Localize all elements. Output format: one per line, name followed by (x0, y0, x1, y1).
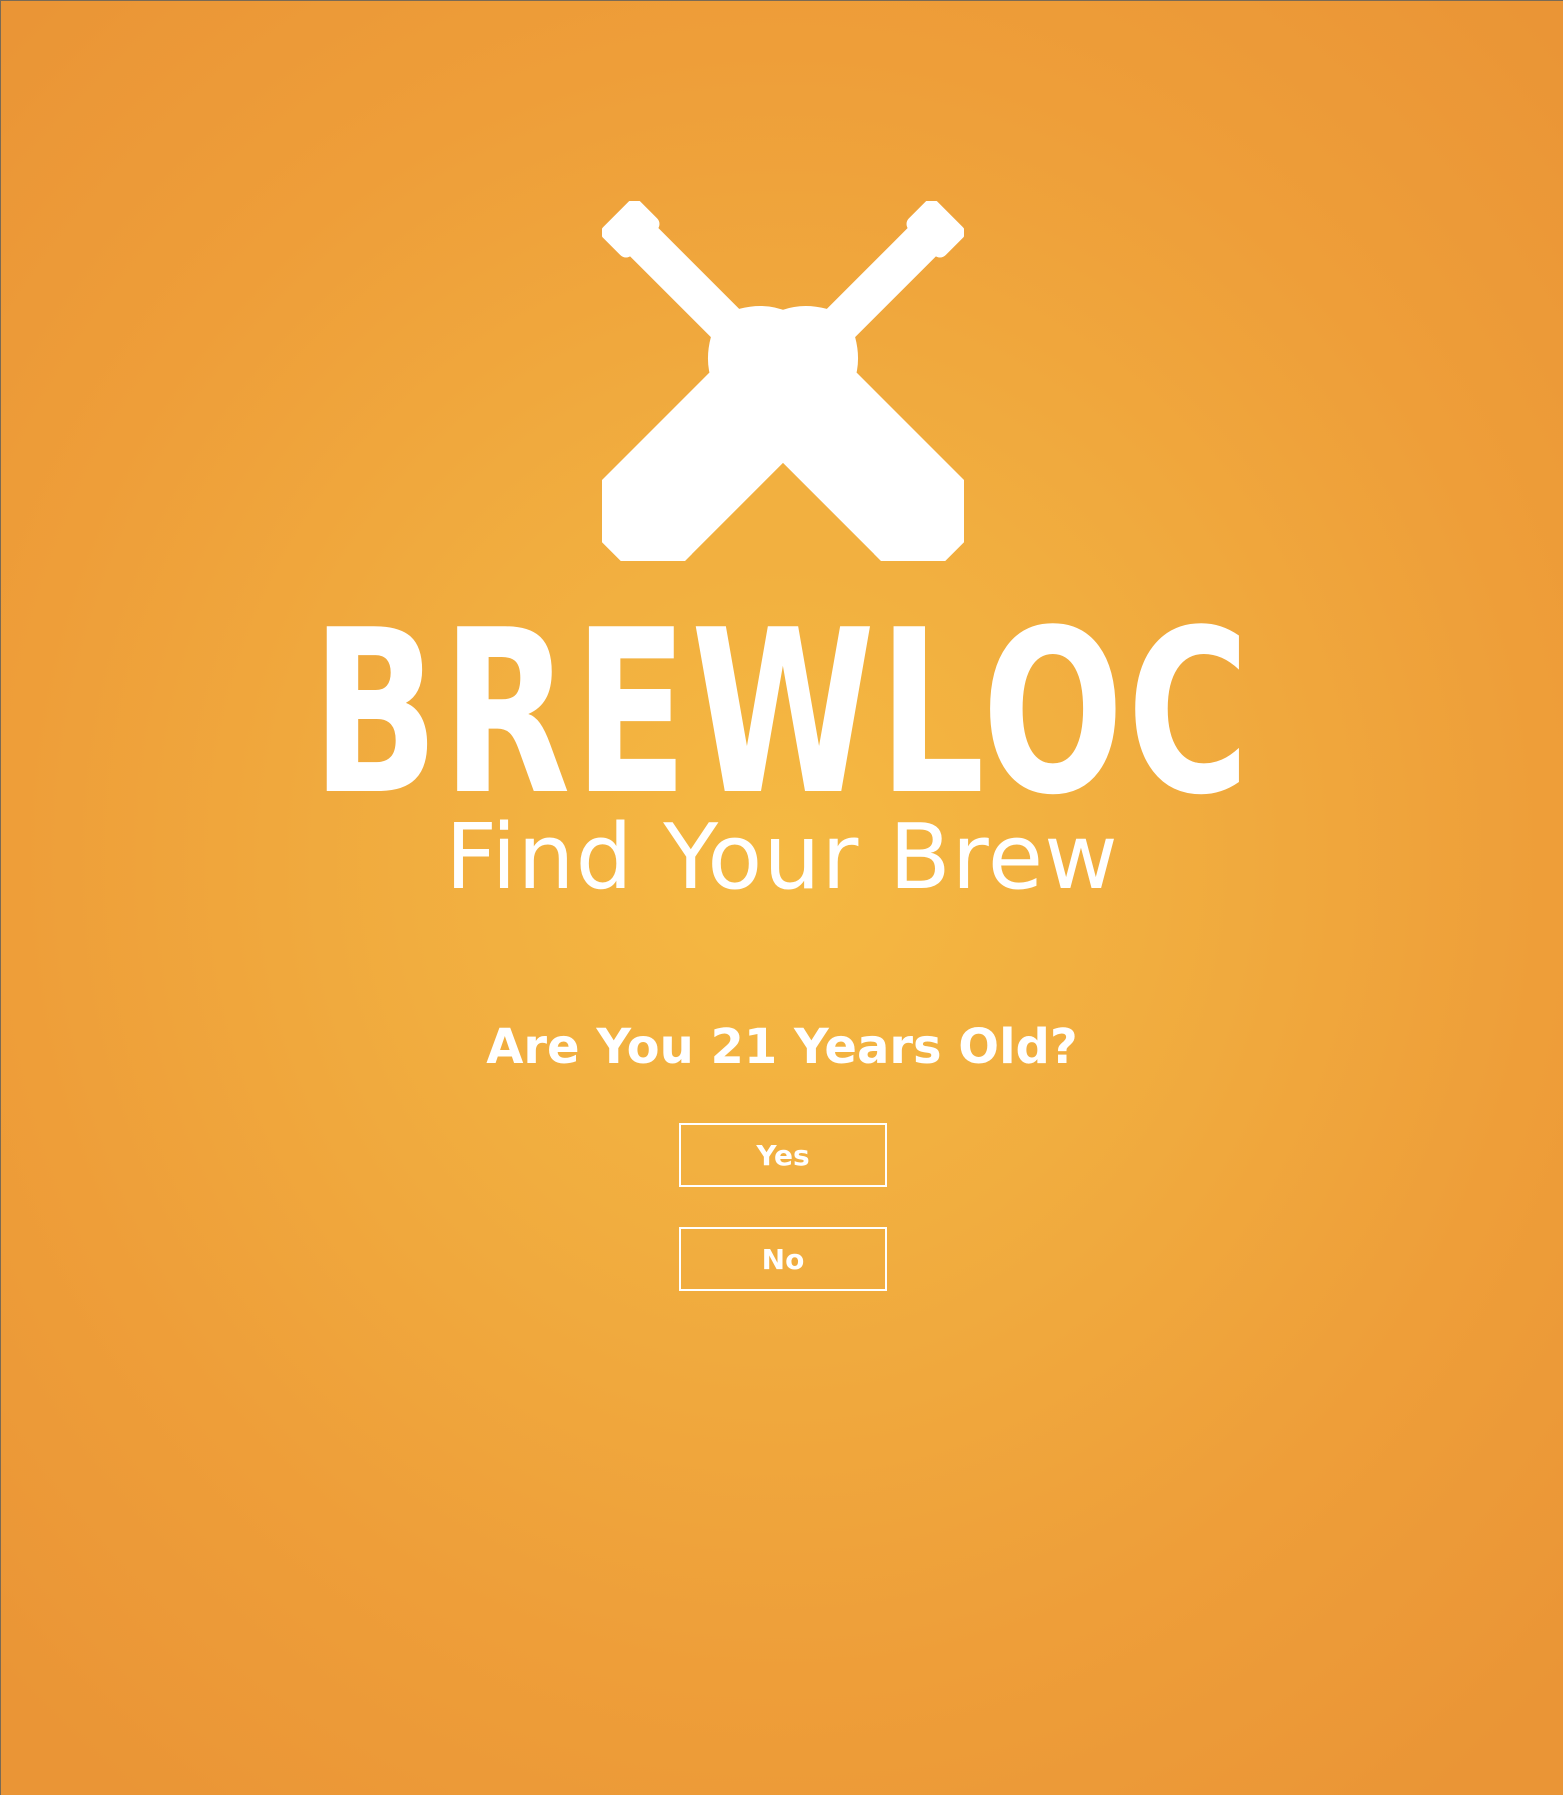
brand-tagline: Find Your Brew (445, 805, 1119, 910)
age-question: Are You 21 Years Old? (486, 1019, 1078, 1075)
no-button[interactable]: No (679, 1227, 887, 1291)
brand-name: BREWLOC (311, 582, 1253, 845)
age-gate-screen: BREWLOC Find Your Brew Are You 21 Years … (0, 0, 1563, 1795)
crossed-bottles-icon (576, 199, 990, 588)
yes-button[interactable]: Yes (679, 1123, 887, 1187)
